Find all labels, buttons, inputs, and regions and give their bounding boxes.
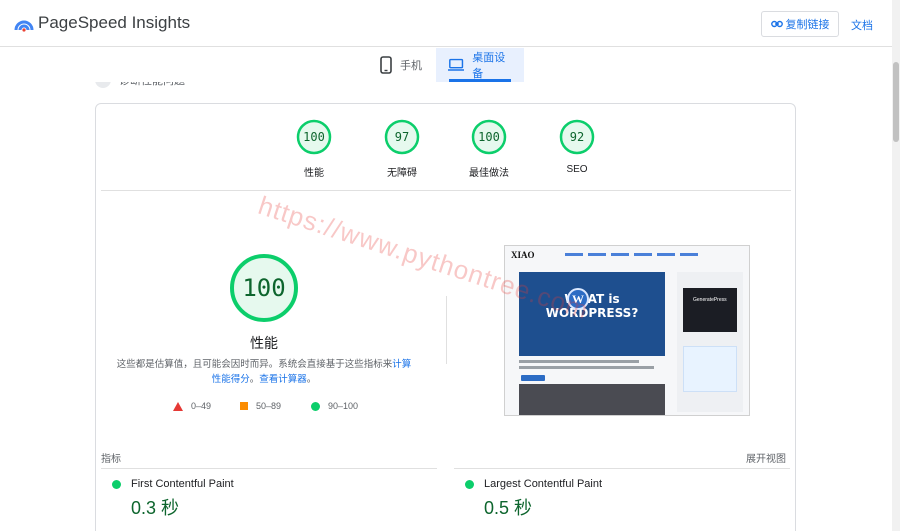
fcp-label: First Contentful Paint [131,478,234,490]
thumb-nav [565,253,698,256]
fcp-status-icon [112,480,121,489]
score-performance: 100 [303,130,325,144]
diagnose-heading: 诊断性能问题 [95,75,185,88]
active-tab-indicator [449,79,511,82]
copy-link-label: 复制链接 [785,19,830,31]
legend-average: 50–89 [240,401,281,411]
docs-link[interactable]: 文档 [851,17,873,33]
final-screenshot: XIAO WHAT is WORDPRESS? W GeneratePress [504,245,750,416]
pagespeed-logo [14,20,34,32]
phone-icon [380,56,392,74]
tab-mobile-label: 手机 [400,60,422,72]
orange-square-icon [240,402,248,410]
legend-fail-range: 0–49 [191,401,212,411]
performance-title: 性能 [250,335,278,351]
app-title: PageSpeed Insights [38,13,191,32]
red-triangle-icon [173,401,183,411]
copy-link-button[interactable]: 复制链接 [761,11,839,37]
disclaimer-text: 这些都是估算值，且可能会因时而异。系统会直接基于这些指标来 [116,359,393,370]
top-header: PageSpeed Insights 复制链接 文档 [0,0,892,47]
lcp-status-icon [465,480,474,489]
diagnose-icon [95,82,111,88]
thumb-sidebar-brand: GeneratePress [693,297,727,303]
disclaimer-sep: 。 [249,374,260,385]
link-icon [770,20,783,28]
vertical-divider [446,296,447,364]
thumb-photo [519,384,665,415]
thumb-text-line [519,360,639,363]
scrollbar-thumb[interactable] [893,62,899,142]
metric-divider [101,468,437,469]
score-disclaimer: 这些都是估算值，且可能会因时而异。系统会直接基于这些指标来计算性能得分。查看计算… [112,357,416,387]
laptop-icon [448,58,465,71]
green-circle-icon [311,401,320,411]
legend-average-range: 50–89 [256,401,282,411]
calculator-link[interactable]: 查看计算器 [259,374,307,385]
category-label-seo[interactable]: SEO [537,164,617,175]
thumb-sidebar-card [683,288,737,332]
tab-mobile[interactable]: 手机 [368,48,434,82]
tab-desktop-label: 桌面设备 [472,52,506,80]
score-accessibility: 97 [394,130,410,144]
thumb-sidebar-card [683,346,737,392]
score-seo: 92 [569,130,585,144]
category-label-accessibility[interactable]: 无障碍 [362,164,442,179]
legend-fail: 0–49 [173,401,211,411]
performance-score: 100 [242,274,286,302]
thumb-text-line [519,366,654,369]
tab-desktop[interactable]: 桌面设备 [436,48,524,82]
metric-divider [454,468,790,469]
expand-view-toggle[interactable]: 展开视图 [746,450,786,465]
disclaimer-end: 。 [306,374,317,385]
thumb-read-more [521,375,545,381]
legend-pass: 90–100 [311,401,358,411]
metrics-label: 指标 [101,454,121,465]
legend-pass-range: 90–100 [328,401,359,411]
lcp-value: 0.5 秒 [484,498,533,518]
category-label-performance[interactable]: 性能 [274,164,354,179]
lcp-label: Largest Contentful Paint [484,478,603,490]
score-best-practices: 100 [478,130,500,144]
diagnose-heading-text: 诊断性能问题 [119,75,185,87]
category-label-best-practices[interactable]: 最佳做法 [449,164,529,179]
section-divider [101,190,791,191]
thumb-site-logo: XIAO [511,250,535,260]
fcp-value: 0.3 秒 [131,498,180,518]
